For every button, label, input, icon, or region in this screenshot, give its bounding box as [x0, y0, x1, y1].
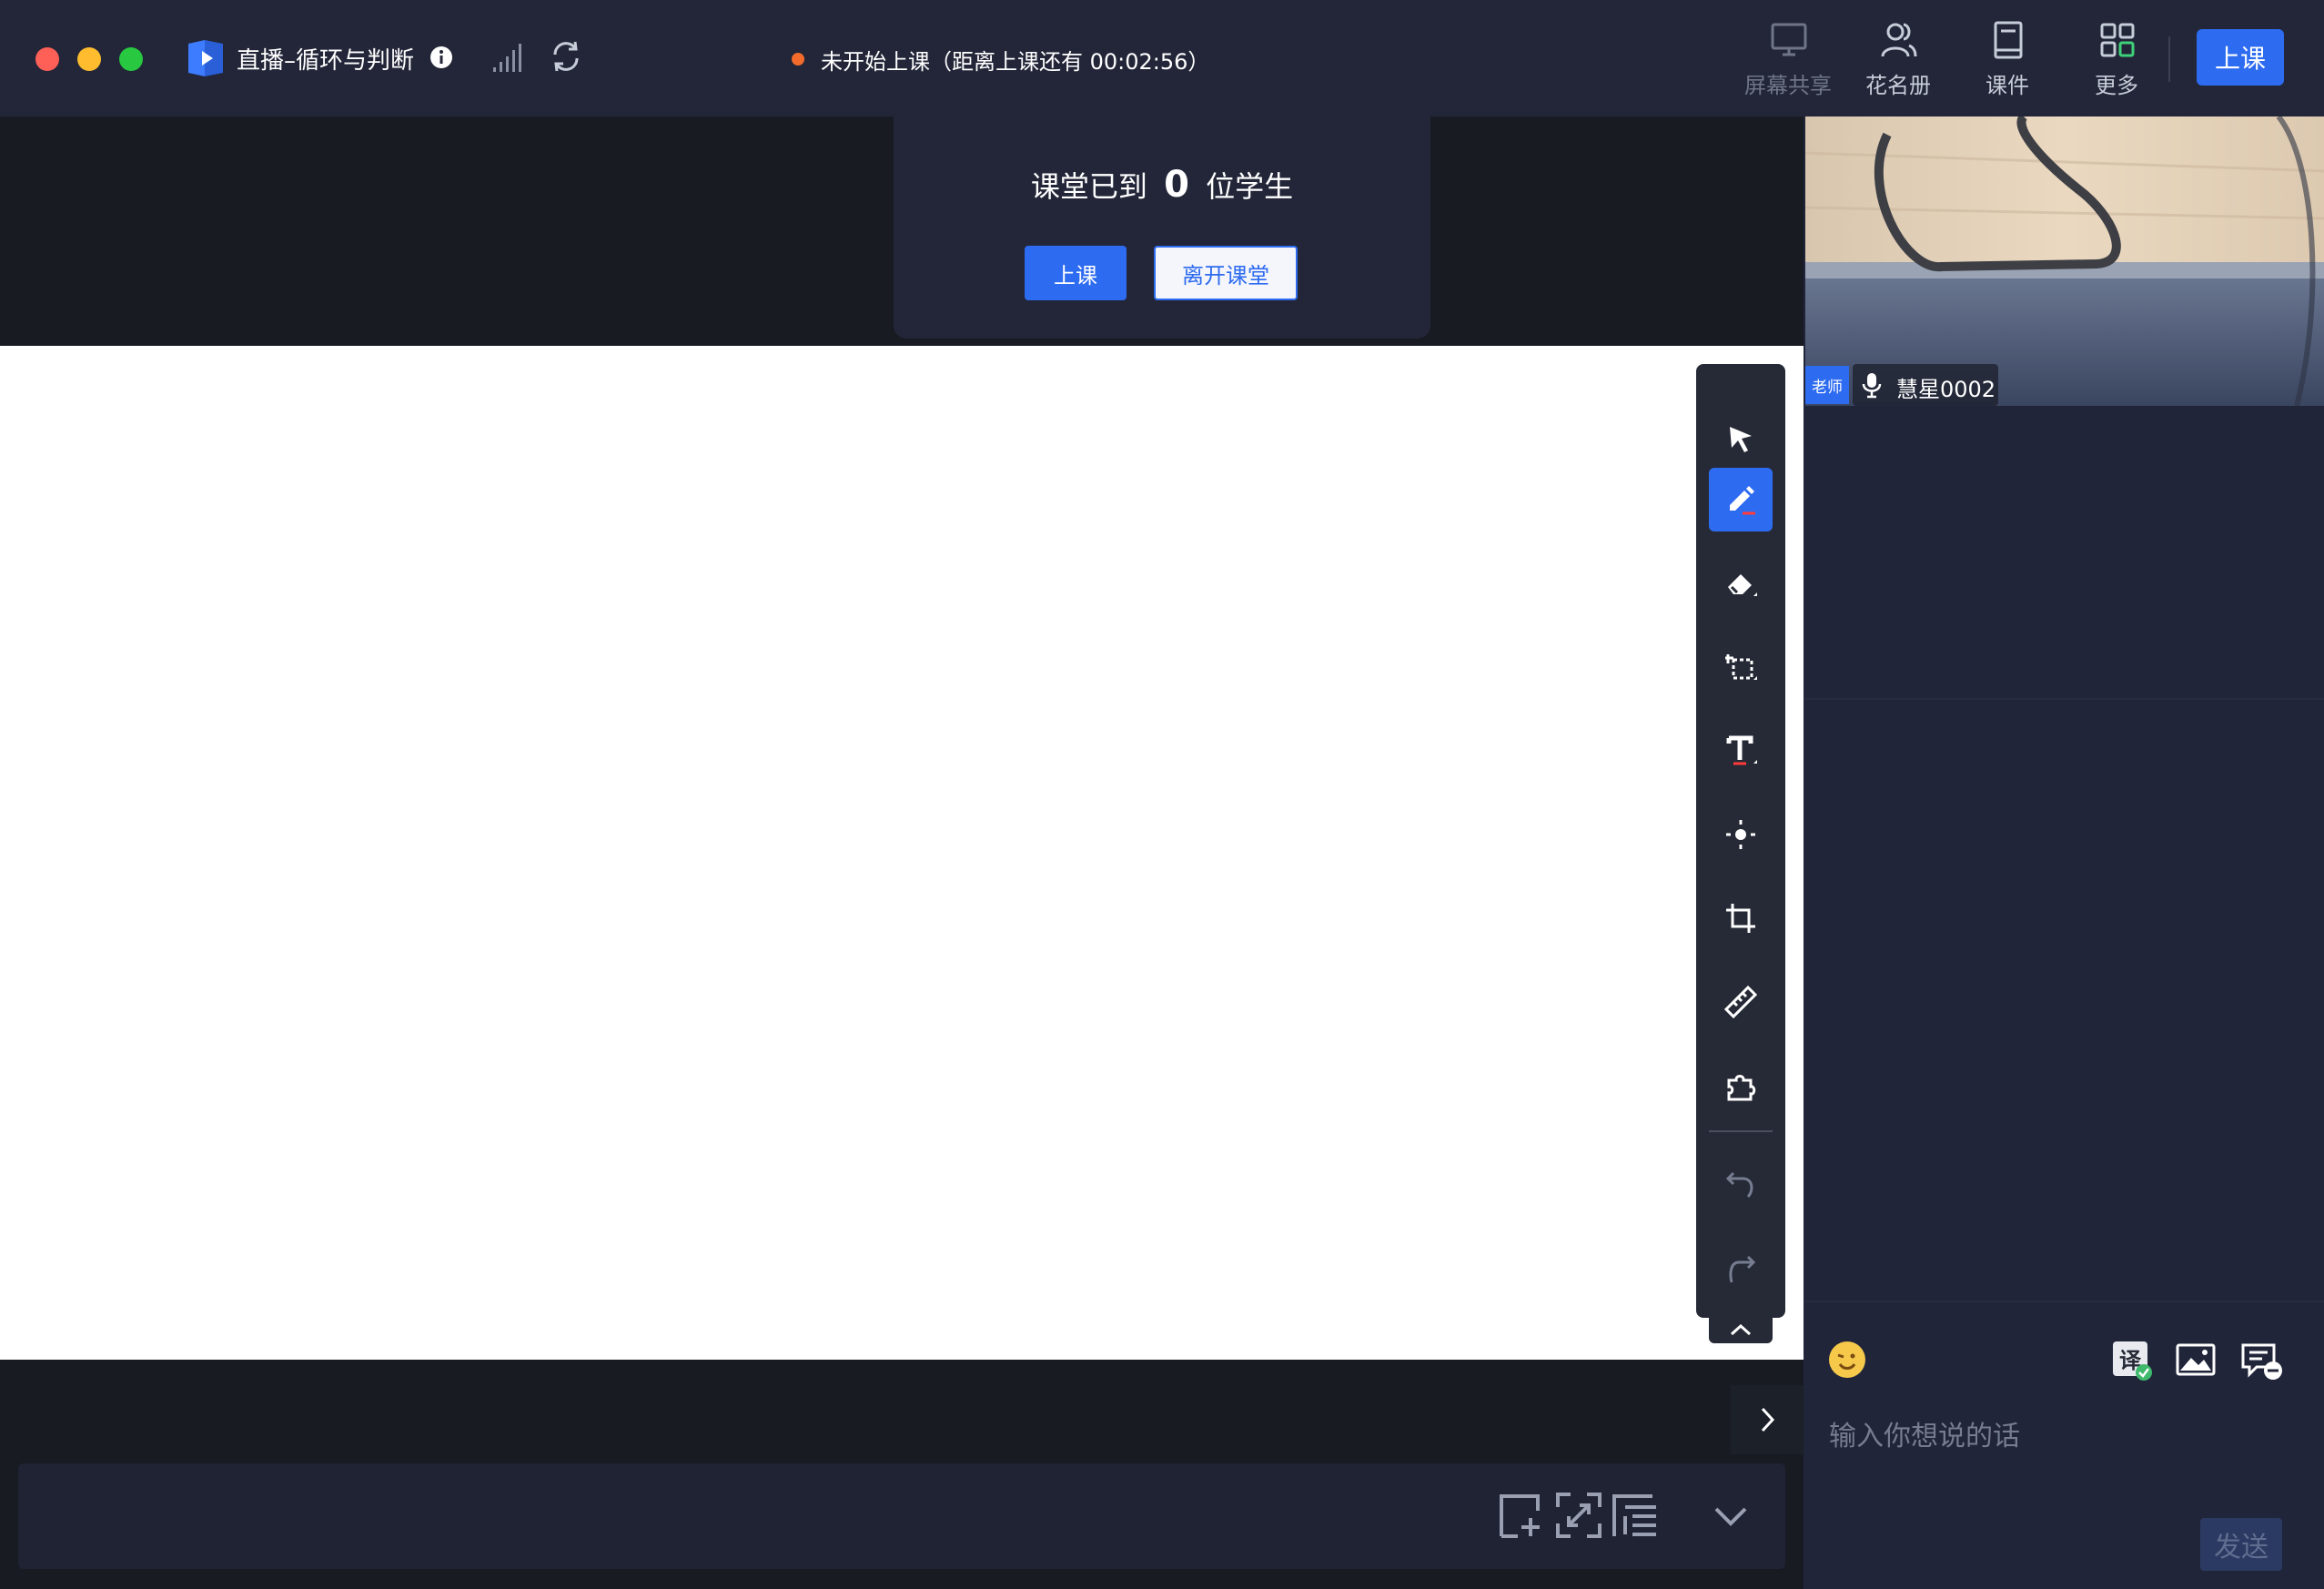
camera-feed-image: [1805, 116, 2324, 406]
attendance-start-class-button[interactable]: 上课: [1025, 246, 1127, 300]
undo-icon: [1725, 1171, 1753, 1199]
roster-button[interactable]: 花名册: [1848, 18, 1948, 100]
ruler-icon: [1724, 986, 1757, 1018]
undo-button[interactable]: [1709, 1154, 1773, 1218]
window-maximize-button[interactable]: [119, 47, 143, 71]
attendance-panel: 课堂已到 0 位学生 上课 离开课堂: [894, 116, 1430, 339]
screen-share-icon: [1771, 23, 1807, 56]
courseware-label: 课件: [1986, 73, 2029, 98]
fit-screen-icon[interactable]: [1554, 1491, 1603, 1540]
toolbar-separator: [1709, 1130, 1773, 1132]
teacher-role-badge: 老师: [1805, 366, 1849, 404]
more-button[interactable]: 更多: [2066, 18, 2167, 100]
toolbar-divider: [2168, 36, 2170, 82]
attendance-line: 课堂已到 0 位学生: [894, 164, 1430, 206]
add-page-icon[interactable]: [1498, 1491, 1547, 1540]
text-t-icon: [1726, 735, 1757, 765]
redo-button[interactable]: [1709, 1238, 1773, 1301]
participant-name: 慧星0002: [1896, 377, 1996, 402]
book-icon: [1994, 21, 2023, 59]
send-button[interactable]: 发送: [2200, 1518, 2282, 1571]
expand-panel-button[interactable]: [1731, 1385, 1804, 1454]
area-select-tool-button[interactable]: [1709, 635, 1773, 699]
puzzle-piece-icon: [1727, 1075, 1756, 1101]
attendance-prefix: 课堂已到: [1030, 169, 1147, 204]
more-label: 更多: [2095, 73, 2138, 98]
app-logo-icon: [188, 40, 223, 76]
window-title: 直播–循环与判断: [237, 47, 415, 75]
ruler-tool-button[interactable]: [1709, 970, 1773, 1034]
courseware-button[interactable]: 课件: [1957, 18, 2057, 100]
participant-name-tag: 慧星0002: [1853, 364, 1998, 406]
pen-tool-button[interactable]: [1709, 468, 1773, 531]
area-select-icon: [1725, 654, 1757, 680]
window-minimize-button[interactable]: [77, 47, 101, 71]
page-list-icon[interactable]: [1611, 1491, 1660, 1540]
toolbar-collapse-button[interactable]: [1709, 1316, 1773, 1343]
users-icon: [1881, 23, 1917, 57]
refresh-icon[interactable]: [550, 38, 582, 75]
cursor-arrow-icon: [1730, 427, 1752, 452]
attendance-suffix: 位学生: [1206, 169, 1294, 204]
status-dot: [792, 53, 804, 66]
microphone-icon: [1862, 373, 1882, 399]
eraser-tool-button[interactable]: [1709, 552, 1773, 615]
signal-strength-icon: [493, 44, 521, 72]
screen-share-button[interactable]: 屏幕共享: [1738, 18, 1838, 100]
text-tool-button[interactable]: [1709, 719, 1773, 783]
leave-classroom-button[interactable]: 离开课堂: [1154, 246, 1298, 300]
whiteboard-canvas[interactable]: [0, 346, 1804, 1360]
class-status-text: 未开始上课（距离上课还有 00:02:56）: [821, 49, 1210, 75]
window-close-button[interactable]: [35, 47, 59, 71]
sidebar-divider: [1805, 698, 2324, 700]
laser-pointer-icon: [1726, 820, 1755, 849]
pen-icon: [1730, 486, 1755, 515]
crop-icon: [1726, 904, 1755, 933]
chat-divider: [1805, 1301, 2324, 1302]
select-tool-button[interactable]: [1709, 408, 1773, 471]
screen-share-label: 屏幕共享: [1744, 73, 1832, 98]
title-bar: 直播–循环与判断 未开始上课（距离上课还有 00:02:56） 屏幕共享 花名册…: [0, 0, 2324, 117]
grid-icon: [2100, 23, 2135, 57]
teacher-video[interactable]: [1805, 116, 2324, 406]
redo-icon: [1729, 1255, 1756, 1283]
chat-message-input[interactable]: [1829, 1409, 2284, 1463]
page-bar: [18, 1463, 1785, 1569]
roster-label: 花名册: [1865, 73, 1931, 98]
whiteboard-toolbar: [1696, 364, 1785, 1318]
chevron-up-icon: [1730, 1323, 1752, 1336]
image-icon[interactable]: [2175, 1340, 2217, 1382]
emoji-icon[interactable]: [1827, 1340, 1867, 1380]
crop-tool-button[interactable]: [1709, 886, 1773, 950]
info-icon[interactable]: [429, 46, 453, 69]
attendance-count: 0: [1164, 164, 1189, 206]
translate-icon[interactable]: 译: [2111, 1340, 2153, 1382]
plugin-tool-button[interactable]: [1709, 1054, 1773, 1118]
start-class-button[interactable]: 上课: [2197, 29, 2284, 86]
eraser-icon: [1728, 574, 1757, 596]
mute-chat-icon[interactable]: [2240, 1340, 2284, 1382]
chevron-down-icon[interactable]: [1709, 1491, 1753, 1540]
chevron-right-icon: [1761, 1407, 1775, 1432]
laser-pointer-tool-button[interactable]: [1709, 803, 1773, 866]
